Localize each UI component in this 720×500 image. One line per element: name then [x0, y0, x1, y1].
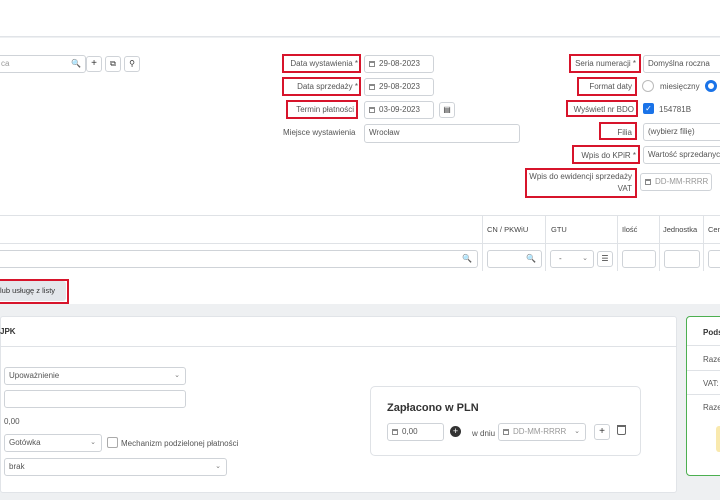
table-header-border: [0, 243, 720, 244]
calendar-picker-icon[interactable]: ▤: [439, 102, 455, 118]
summary-panel: [686, 316, 720, 476]
series-select[interactable]: Domyślna roczna: [643, 55, 720, 73]
kpir-select[interactable]: Wartość sprzedanych: [643, 146, 720, 164]
add-payment-button[interactable]: +: [594, 424, 610, 440]
cn-pkwiu-input[interactable]: 🔍: [487, 250, 542, 268]
calculator-icon: [392, 429, 398, 435]
quantity-input[interactable]: [622, 250, 656, 268]
col-quantity: Ilość: [622, 225, 638, 234]
place-field[interactable]: Wrocław: [364, 124, 520, 143]
paid-date-field[interactable]: DD-MM-RRRR ⌄: [498, 423, 586, 441]
table-top-border: [0, 215, 720, 216]
highlight-branch: [599, 122, 637, 140]
vat-record-date-field[interactable]: DD-MM-RRRR: [640, 173, 712, 191]
gtu-select[interactable]: - ⌄: [550, 250, 594, 268]
paid-card: [370, 386, 641, 456]
highlight-series: [569, 54, 641, 73]
add-amount-icon[interactable]: +: [450, 426, 461, 437]
product-name-input[interactable]: 🔍: [0, 250, 478, 268]
summary-row-3: Raze: [703, 403, 720, 412]
place-label: Miejsce wystawienia: [283, 128, 356, 137]
col-gtu: GTU: [551, 225, 567, 234]
search-icon: 🔍: [526, 254, 536, 263]
payment-term-field[interactable]: 03-09-2023: [364, 101, 434, 119]
highlight-date-format: [577, 77, 637, 96]
amount-value: 0,00: [4, 417, 20, 426]
chevron-down-icon: ⌄: [90, 439, 96, 446]
add-contractor-button[interactable]: +: [86, 56, 102, 72]
branch-select[interactable]: (wybierz filię): [643, 123, 720, 141]
tab-border: [0, 346, 677, 347]
col-unit: Jednostka: [663, 225, 698, 234]
highlight-payment-term: [286, 100, 358, 119]
col-price: Cen: [708, 225, 720, 234]
highlight-add-from-list: [0, 279, 69, 304]
tab-jpk[interactable]: JPK: [0, 327, 16, 336]
vat-record-label-line1: Wpis do ewidencji sprzedaży: [529, 172, 632, 181]
contractor-search-input[interactable]: ca 🔍: [0, 55, 86, 73]
payment-method-select[interactable]: Gotówka ⌄: [4, 434, 102, 452]
paid-title: Zapłacono w PLN: [387, 402, 479, 414]
split-payment-checkbox[interactable]: [107, 437, 118, 448]
top-bar: [0, 0, 720, 37]
calendar-icon: [503, 429, 509, 435]
radio-monthly[interactable]: [642, 80, 654, 92]
vat-record-label-line2: VAT: [617, 184, 632, 193]
search-placeholder: ca: [1, 59, 10, 68]
radio-selected[interactable]: [705, 80, 717, 92]
split-payment-label: Mechanizm podzielonej płatności: [121, 439, 239, 448]
copy-icon[interactable]: ⧉: [105, 56, 121, 72]
paid-amount-input[interactable]: 0,00: [387, 423, 444, 441]
calendar-icon: [369, 107, 375, 113]
highlight-date-sale: [282, 77, 361, 96]
search-icon: 🔍: [462, 254, 472, 263]
highlight-date-issue: [282, 54, 361, 73]
chevron-down-icon: ⌄: [582, 255, 588, 262]
chevron-down-icon: ⌄: [215, 463, 221, 470]
chevron-down-icon: ⌄: [574, 428, 580, 435]
date-format-option: miesięczny: [660, 82, 700, 91]
chevron-down-icon: ⌄: [174, 372, 180, 379]
none-select[interactable]: brak ⌄: [4, 458, 227, 476]
authorization-input[interactable]: [4, 390, 186, 408]
highlight-bdo: [566, 100, 638, 117]
calendar-icon: [645, 179, 651, 185]
paid-on-label: w dniu: [472, 429, 496, 438]
date-issue-field[interactable]: 29-08-2023: [364, 55, 434, 73]
bdo-checkbox[interactable]: ✓: [643, 103, 654, 114]
authorization-select[interactable]: Upoważnienie ⌄: [4, 367, 186, 385]
search-contractor-button[interactable]: ⚲: [124, 56, 140, 72]
col-cn-pkwiu: CN / PKWiU: [487, 225, 529, 234]
bdo-value: 154781B: [659, 105, 692, 114]
list-icon[interactable]: ☰: [597, 251, 613, 267]
unit-input[interactable]: [664, 250, 700, 268]
search-icon: 🔍: [71, 59, 81, 68]
price-input[interactable]: [708, 250, 720, 268]
summary-row-1: Raze: [703, 355, 720, 364]
summary-divider: [687, 370, 720, 371]
summary-title: Pods: [703, 328, 720, 337]
summary-divider: [687, 345, 720, 346]
summary-row-2: VAT:: [703, 379, 719, 388]
summary-accent: [716, 426, 720, 452]
calendar-icon: [369, 61, 375, 67]
calendar-icon: [369, 84, 375, 90]
date-sale-field[interactable]: 29-08-2023: [364, 78, 434, 96]
trash-icon[interactable]: [617, 425, 626, 435]
highlight-kpir: [572, 145, 640, 164]
summary-divider: [687, 394, 720, 395]
